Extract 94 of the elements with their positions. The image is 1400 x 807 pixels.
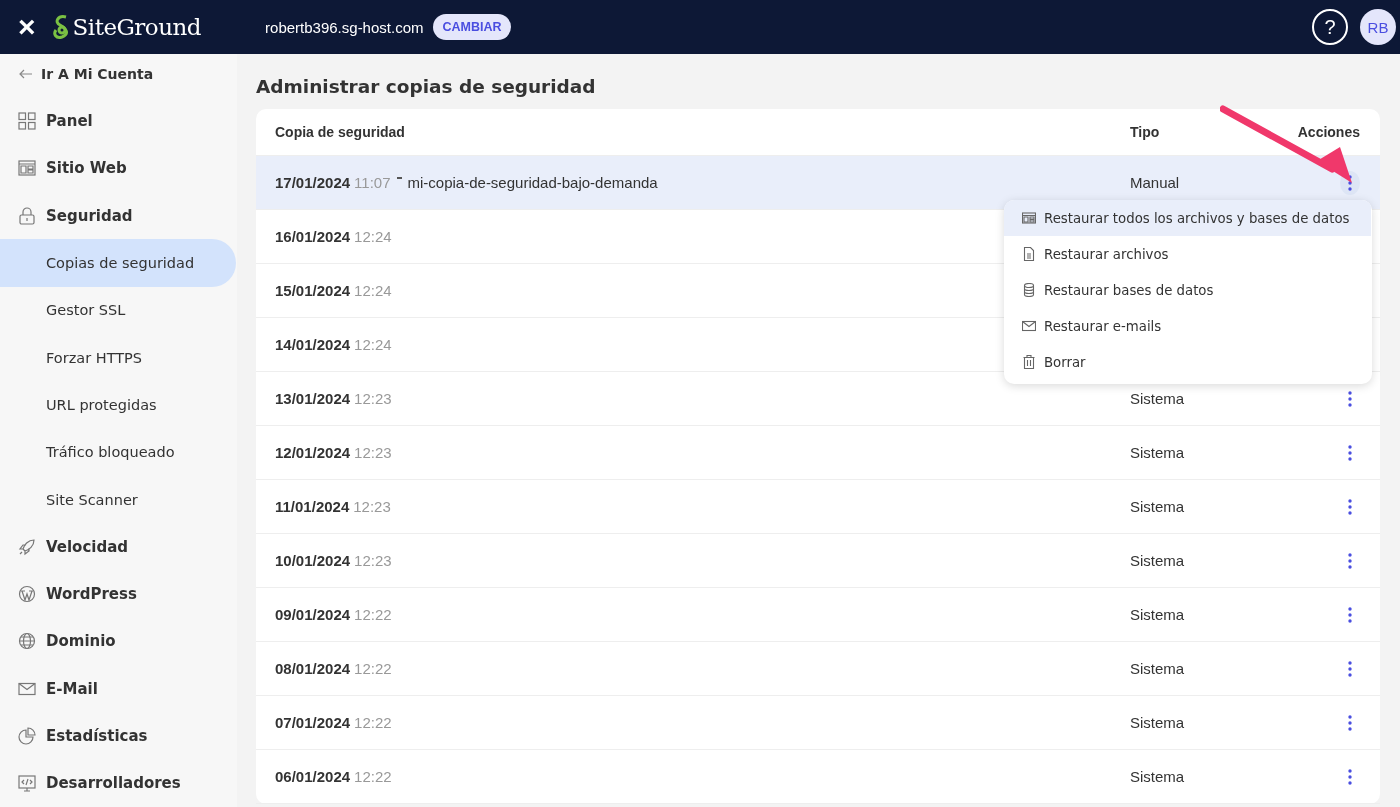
backup-type: Sistema [1130, 714, 1186, 731]
kebab-icon [1348, 174, 1352, 191]
left-arrow-icon [19, 69, 33, 80]
sidebar-subitem[interactable]: Copias de seguridad [0, 239, 236, 287]
globe-icon [18, 632, 36, 651]
sidebar-subitem[interactable]: Forzar HTTPS [0, 334, 237, 382]
grid-icon [18, 112, 36, 131]
backup-date: 14/01/2024 [275, 336, 351, 353]
backup-time: 11:07 [354, 174, 391, 191]
backup-type: Sistema [1130, 660, 1186, 677]
logo-text: SiteGround [72, 14, 202, 40]
kebab-icon [1348, 552, 1352, 569]
site-icon [18, 159, 36, 178]
kebab-icon [1348, 606, 1352, 623]
site-icon [1022, 211, 1036, 225]
backup-time: 12:22 [354, 606, 392, 623]
sidebar-item[interactable]: WordPress [0, 570, 237, 618]
backup-type: Sistema [1130, 552, 1186, 569]
domain-text: robertb396.sg-host.com [265, 18, 424, 36]
backup-type: Manual [1130, 174, 1181, 191]
backup-time: 12:23 [354, 552, 392, 569]
column-header: Tipo [1130, 124, 1161, 140]
code-icon [18, 774, 36, 793]
backup-time: 12:23 [354, 390, 392, 407]
table-row[interactable]: 08/01/2024 12:22 Sistema [256, 642, 1380, 696]
page-title: Administrar copias de seguridad [256, 76, 597, 97]
sidebar-subitem[interactable]: Gestor SSL [0, 286, 237, 335]
backup-date: 10/01/2024 [275, 552, 351, 569]
dash-icon [396, 177, 402, 179]
backup-date: 08/01/2024 [275, 660, 351, 677]
backup-type: Sistema [1130, 444, 1186, 461]
file-icon [1022, 247, 1036, 261]
sidebar-item[interactable]: Velocidad [0, 523, 237, 571]
backup-date: 16/01/2024 [275, 228, 351, 245]
backup-type: Sistema [1130, 390, 1186, 407]
sidebar-item[interactable]: Seguridad [0, 192, 237, 240]
sidebar-item[interactable]: Desarrolladores [0, 759, 237, 807]
trash-icon [1022, 355, 1036, 369]
pie-icon [18, 727, 36, 746]
sidebar-item[interactable]: Panel [0, 97, 237, 145]
backup-date: 06/01/2024 [275, 768, 351, 785]
kebab-icon [1348, 444, 1352, 461]
backup-time: 12:22 [354, 768, 392, 785]
kebab-icon [1348, 768, 1352, 785]
table-row[interactable]: 07/01/2024 12:22 Sistema [256, 696, 1380, 750]
table-row[interactable]: 06/01/2024 12:22 Sistema [256, 750, 1380, 804]
sidebar-subitem[interactable]: URL protegidas [0, 381, 237, 429]
backup-date: 13/01/2024 [275, 390, 351, 407]
backup-type: Sistema [1130, 606, 1186, 623]
sidebar-item[interactable]: Estadísticas [0, 712, 237, 760]
table-row[interactable]: 09/01/2024 12:22 Sistema [256, 588, 1380, 642]
backup-time: 12:24 [354, 228, 392, 245]
switch-button[interactable]: CAMBIAR [433, 14, 511, 40]
kebab-icon [1348, 390, 1352, 407]
backup-date: 09/01/2024 [275, 606, 351, 623]
menu-item[interactable]: Restaurar todos los archivos y bases de datos [1004, 200, 1371, 236]
mail-icon [1022, 319, 1036, 333]
sidebar-subitem[interactable]: Tráfico bloqueado [0, 428, 237, 476]
backup-date: 15/01/2024 [275, 282, 351, 299]
backup-date: 17/01/2024 [275, 174, 351, 191]
rocket-icon [18, 537, 36, 556]
backup-type: Sistema [1130, 768, 1186, 785]
backup-time: 12:24 [354, 336, 392, 353]
backup-date: 11/01/2024 [275, 498, 350, 515]
backup-time: 12:23 [354, 444, 392, 461]
sidebar-subitem[interactable]: Site Scanner [0, 475, 237, 524]
avatar-button[interactable]: RB [1360, 9, 1396, 45]
back-link[interactable]: Ir A Mi Cuenta [0, 63, 237, 86]
table-row[interactable]: 12/01/2024 12:23 Sistema [256, 426, 1380, 480]
backup-date: 07/01/2024 [275, 714, 351, 731]
table-row[interactable]: 17/01/2024 11:07 mi-copia-de-seguridad-bajo-demanda Manual [256, 156, 1380, 210]
backup-time: 12:22 [354, 714, 392, 731]
kebab-icon [1348, 714, 1352, 731]
sidebar-item[interactable]: Dominio [0, 617, 237, 666]
kebab-icon [1348, 498, 1352, 515]
backup-date: 12/01/2024 [275, 444, 351, 461]
backup-time: 12:23 [353, 498, 391, 515]
kebab-icon [1348, 660, 1352, 677]
column-header: Acciones [1296, 124, 1361, 140]
table-row[interactable]: 11/01/2024 12:23 Sistema [256, 480, 1380, 534]
help-button[interactable]: ? [1312, 9, 1348, 45]
wp-icon [18, 585, 36, 604]
backup-time: 12:24 [354, 282, 392, 299]
sidebar-item[interactable]: E-Mail [0, 665, 237, 713]
column-header: Copia de seguridad [274, 124, 406, 140]
menu-item[interactable]: Restaurar bases de datos [1004, 272, 1372, 308]
backup-time: 12:22 [354, 660, 392, 677]
sidebar-item[interactable]: Sitio Web [0, 144, 237, 193]
backup-type: Sistema [1130, 498, 1186, 515]
close-button[interactable]: × [14, 12, 40, 42]
backup-name: mi-copia-de-seguridad-bajo-demanda [407, 174, 658, 191]
lock-icon [18, 206, 36, 225]
table-row[interactable]: 10/01/2024 12:23 Sistema [256, 534, 1380, 588]
db-icon [1022, 283, 1036, 297]
